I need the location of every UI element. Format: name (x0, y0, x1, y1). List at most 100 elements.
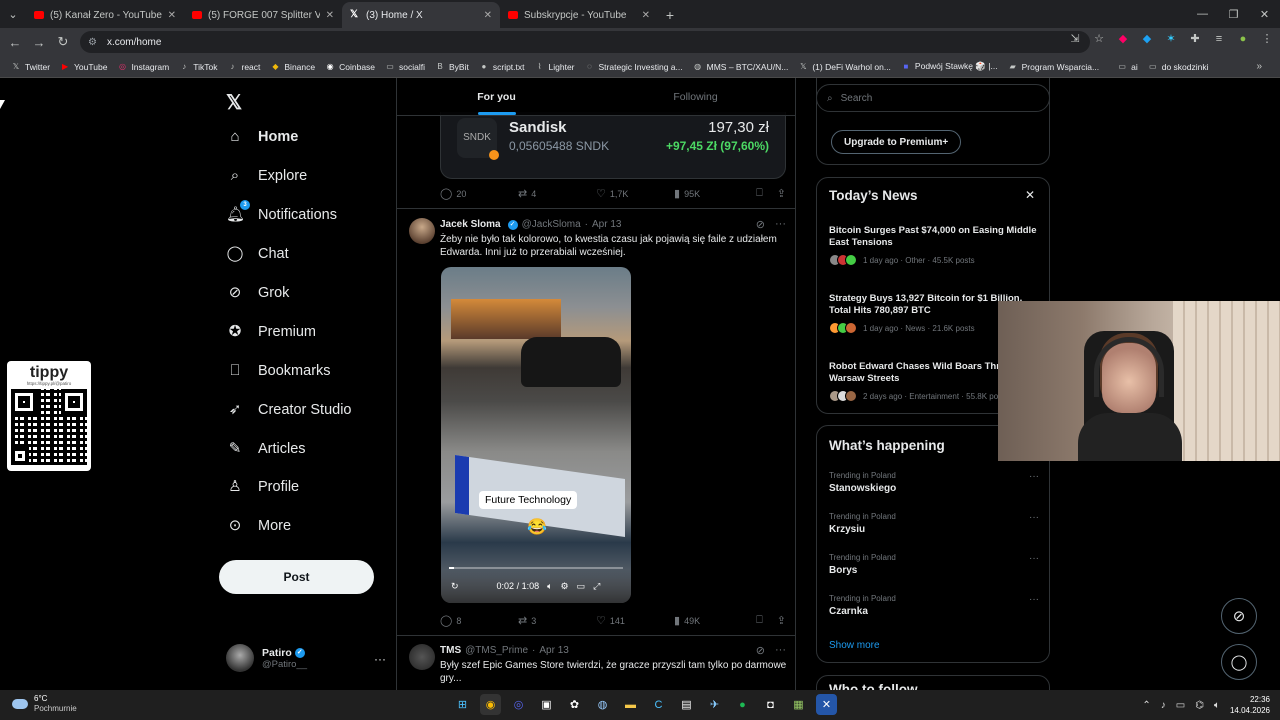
trend-item[interactable]: Trending in Poland Borys ··· (829, 553, 1039, 576)
bookmark[interactable]: ◉ Coinbase (320, 62, 380, 72)
trend-item[interactable]: Trending in Poland Czarnka ··· (829, 594, 1039, 617)
repost-button[interactable]: ⇄ 3 (518, 614, 596, 627)
new-tab-button[interactable]: + (658, 2, 682, 28)
views-button[interactable]: ▮ 49K (674, 614, 752, 627)
puzzle-icon[interactable]: ✚ (1188, 32, 1202, 46)
bookmark[interactable]: ■ Podwój Stawkę 🎲 |... (896, 61, 1003, 72)
share-icon[interactable]: ⇪ (777, 614, 786, 627)
app-icon[interactable]: ▣ (536, 694, 557, 715)
nav-articles[interactable]: ✎ Articles (226, 440, 306, 458)
bookmark[interactable]: ▰ Program Wsparcia... (1003, 62, 1104, 72)
grok-icon[interactable]: ⊘ (756, 644, 765, 657)
nav-home[interactable]: ⌂ Home (226, 128, 298, 146)
pip-icon[interactable]: ▭ (577, 581, 586, 592)
volume-icon[interactable]: 🔈︎ (1214, 700, 1220, 711)
nav-bookmarks[interactable]: ⎕ Bookmarks (226, 362, 330, 380)
more-options-icon[interactable]: ··· (1029, 512, 1039, 523)
more-options-icon[interactable]: ··· (775, 644, 786, 657)
network-icon[interactable]: ⌬ (1195, 700, 1204, 711)
tab-for-you[interactable]: For you (397, 78, 596, 115)
nav-notifications[interactable]: 🔔︎ 3 Notifications (226, 200, 337, 224)
extension-icon[interactable]: ◆ (1140, 32, 1154, 46)
back-icon[interactable]: ← (3, 35, 27, 50)
post-date[interactable]: Apr 13 (539, 645, 568, 656)
video-player[interactable]: Future Technology 😂 ↻ 0:02 / 1:08 🔈︎ ⚙ ▭… (441, 267, 631, 603)
folder-icon[interactable]: ▬ (620, 694, 641, 715)
nav-explore[interactable]: ⌕ Explore (226, 167, 307, 185)
more-options-icon[interactable]: ··· (1029, 553, 1039, 564)
x-logo-icon[interactable]: 𝕏 (226, 90, 242, 115)
replay-icon[interactable]: ↻ (451, 581, 459, 592)
close-window-icon[interactable]: ✕ (1249, 8, 1280, 21)
bookmark[interactable]: ◍ MMS – BTC/XAU/N... (688, 62, 794, 72)
bookmark[interactable]: ♪ react (222, 62, 265, 72)
search-input[interactable]: ⌕ Search (816, 84, 1050, 112)
mic-icon[interactable]: ♪ (1161, 700, 1166, 711)
bookmark[interactable]: ⌇ Lighter (530, 62, 580, 72)
bookmark-folder[interactable]: ▭ ai (1112, 62, 1143, 72)
app-icon[interactable]: ◘ (760, 694, 781, 715)
discord-icon[interactable]: ◎ (508, 694, 529, 715)
weather-widget[interactable]: 6°C Pochmurnie (12, 694, 77, 714)
app-icon[interactable]: ▤ (676, 694, 697, 715)
windows-start-icon[interactable]: ⊞ (452, 694, 473, 715)
nav-grok[interactable]: ⊘ Grok (226, 284, 290, 302)
trend-item[interactable]: Trending in Poland Krzysiu ··· (829, 512, 1039, 535)
close-icon[interactable]: ✕ (484, 10, 492, 21)
bookmark[interactable]: ● script.txt (474, 62, 530, 72)
settings-icon[interactable]: ⚙ (561, 581, 569, 592)
restore-icon[interactable]: ❐ (1218, 8, 1249, 21)
like-button[interactable]: ♡ 1,7K (596, 187, 674, 200)
star-icon[interactable]: ☆ (1092, 32, 1106, 46)
close-icon[interactable]: ✕ (642, 10, 650, 21)
bookmark[interactable]: B ByBit (430, 62, 474, 72)
views-button[interactable]: ▮ 95K (674, 187, 752, 200)
reply-button[interactable]: ◯ 8 (440, 614, 518, 627)
avatar[interactable] (409, 218, 435, 244)
nav-chat[interactable]: ◯ Chat (226, 245, 289, 263)
more-options-icon[interactable]: ··· (1029, 471, 1039, 482)
share-icon[interactable]: ⇪ (777, 187, 786, 200)
bookmark-folder[interactable]: ▭ socialfi (380, 62, 430, 72)
app-icon[interactable]: ✕ (816, 694, 837, 715)
app-icon[interactable]: ✈ (704, 694, 725, 715)
extension-icon[interactable]: ◆ (1116, 32, 1130, 46)
minimize-icon[interactable]: — (1187, 8, 1218, 20)
nav-more[interactable]: ⊙ More (226, 517, 291, 535)
install-icon[interactable]: ⇲ (1068, 32, 1082, 46)
more-options-icon[interactable]: ··· (374, 652, 386, 666)
nav-creator-studio[interactable]: ➶ Creator Studio (226, 401, 352, 419)
bookmark-icon[interactable]: ⎕ (756, 614, 763, 627)
address-bar[interactable]: ⚙ x.com/home (80, 31, 1090, 53)
extension-icon[interactable]: ✶ (1164, 32, 1178, 46)
more-options-icon[interactable]: ··· (775, 218, 786, 231)
browser-tab[interactable]: (5) FORGE 007 Splitter Valve In... ✕ (184, 2, 342, 28)
close-icon[interactable]: ✕ (168, 10, 176, 21)
trend-item[interactable]: Trending in Poland Stanowskiego ··· (829, 471, 1039, 494)
display-icon[interactable]: ▭ (1176, 700, 1185, 711)
avatar[interactable] (409, 644, 435, 670)
chatgpt-icon[interactable]: ✿ (564, 694, 585, 715)
upgrade-premium-button[interactable]: Upgrade to Premium+ (831, 130, 962, 154)
author-handle[interactable]: @TMS_Prime (465, 645, 528, 656)
forward-icon[interactable]: → (27, 35, 51, 50)
nav-premium[interactable]: ✪ Premium (226, 323, 316, 341)
volume-icon[interactable]: 🔈︎ (547, 581, 552, 592)
grok-fab[interactable]: ⊘ (1221, 598, 1257, 634)
browser-tab[interactable]: Subskrypcje - YouTube ✕ (500, 2, 658, 28)
tab-following[interactable]: Following (596, 78, 795, 115)
repost-button[interactable]: ⇄ 4 (518, 187, 596, 200)
reload-icon[interactable]: ↻ (51, 34, 75, 50)
grok-icon[interactable]: ⊘ (756, 218, 765, 231)
author-handle[interactable]: @JackSloma (522, 219, 581, 230)
sidebar-icon[interactable]: ≡ (1212, 32, 1226, 46)
tab-search-button[interactable]: ⌄ (0, 0, 26, 28)
app-icon[interactable]: ▦ (788, 694, 809, 715)
post-button[interactable]: Post (219, 560, 374, 594)
steam-icon[interactable]: ◍ (592, 694, 613, 715)
news-item[interactable]: Bitcoin Surges Past $74,000 on Easing Mi… (829, 225, 1041, 266)
profile-icon[interactable]: ● (1236, 32, 1250, 46)
stock-card[interactable]: SNDK Sandisk 0,05605488 SNDK 197,30 zł +… (440, 112, 786, 179)
bookmark[interactable]: ♪ TikTok (174, 62, 222, 72)
chrome-icon[interactable]: ◉ (480, 694, 501, 715)
